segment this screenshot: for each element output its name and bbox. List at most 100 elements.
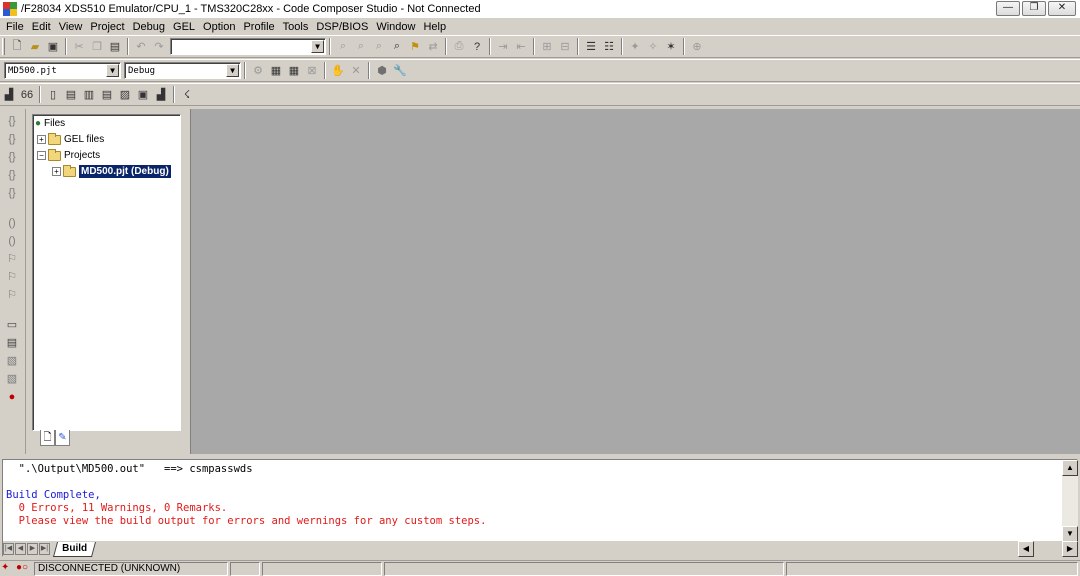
menu-project[interactable]: Project xyxy=(87,21,129,33)
memory-icon[interactable]: ▯ xyxy=(44,86,62,104)
halt-icon[interactable]: ✋ xyxy=(329,62,347,80)
find-next-icon[interactable]: ⌕ xyxy=(352,38,370,56)
scroll-left-icon[interactable]: ◀ xyxy=(1018,541,1034,557)
toolbar-grip[interactable] xyxy=(2,38,5,55)
find-icon[interactable]: ⌕ xyxy=(334,38,352,56)
indent-icon[interactable]: ⇥ xyxy=(494,38,512,56)
memory-window-icon[interactable]: ▤ xyxy=(4,335,20,351)
replace-icon[interactable]: ⇄ xyxy=(424,38,442,56)
menu-option[interactable]: Option xyxy=(200,21,240,33)
graph-icon[interactable]: ▨ xyxy=(116,86,134,104)
tab-build[interactable]: Build xyxy=(52,541,97,557)
asm-step-into-icon[interactable]: () xyxy=(4,215,20,231)
menu-view[interactable]: View xyxy=(56,21,88,33)
tree-projects[interactable]: − Projects xyxy=(37,148,100,161)
prev-tab-icon[interactable]: ◀ xyxy=(15,543,26,555)
next-tab-icon[interactable]: ▶ xyxy=(27,543,38,555)
chevron-down-icon[interactable]: ▼ xyxy=(226,64,239,77)
build-config-combo[interactable]: Debug ▼ xyxy=(124,62,241,79)
step-over-icon[interactable]: {} xyxy=(4,131,20,147)
collapse-icon[interactable]: − xyxy=(37,151,46,160)
menu-dsp-bios[interactable]: DSP/BIOS xyxy=(313,21,373,33)
build-output[interactable]: ".\Output\MD500.out" ==> csmpasswds Buil… xyxy=(3,460,1062,541)
print-icon[interactable]: ⎙ xyxy=(450,38,468,56)
toggle-icon[interactable]: ⊕ xyxy=(688,38,706,56)
tree-gel-files[interactable]: + GEL files xyxy=(37,132,104,145)
close-button[interactable]: ✕ xyxy=(1048,1,1076,16)
remove-breakpoints-icon[interactable]: ✧ xyxy=(644,38,662,56)
stop-hexagon-icon[interactable]: ⬢ xyxy=(373,62,391,80)
registers-icon[interactable]: ▤ xyxy=(62,86,80,104)
step-into-icon[interactable]: {} xyxy=(4,113,20,129)
next-bookmark-icon[interactable]: ⊟ xyxy=(556,38,574,56)
gel-scripts-icon[interactable]: ☇ xyxy=(178,86,196,104)
watch-icon[interactable]: ▧ xyxy=(4,353,20,369)
file-view-tab[interactable]: 🗋 xyxy=(40,430,55,446)
expand-icon[interactable]: + xyxy=(52,167,61,176)
image-display-icon[interactable]: ▣ xyxy=(134,86,152,104)
disassembly-icon[interactable]: ▥ xyxy=(80,86,98,104)
watch-window-icon[interactable]: ▟ xyxy=(0,86,18,104)
toggle-bookmark-icon[interactable]: ⊞ xyxy=(538,38,556,56)
maximize-button[interactable]: ❐ xyxy=(1022,1,1046,16)
probe-point-icon[interactable]: ✶ xyxy=(662,38,680,56)
menu-window[interactable]: Window xyxy=(373,21,420,33)
output-vertical-scrollbar[interactable]: ▲ ▼ xyxy=(1062,460,1078,542)
registers-window-icon[interactable]: ▭ xyxy=(4,317,20,333)
halt-icon[interactable]: ⚐ xyxy=(4,269,20,285)
undo-icon[interactable]: ↶ xyxy=(132,38,150,56)
outdent-icon[interactable]: ⇤ xyxy=(512,38,530,56)
new-file-icon[interactable]: 🗋 xyxy=(8,38,26,56)
help-pointer-icon[interactable]: ? xyxy=(468,38,486,56)
tree-project-md500[interactable]: + MD500.pjt (Debug) xyxy=(52,164,171,178)
save-icon[interactable]: ▣ xyxy=(44,38,62,56)
scroll-down-icon[interactable]: ▼ xyxy=(1062,526,1078,542)
profiler-icon[interactable]: ▟ xyxy=(152,86,170,104)
tree-root[interactable]: ● Files xyxy=(35,118,65,129)
minimize-button[interactable]: — xyxy=(996,1,1020,16)
set-pc-icon[interactable]: {} xyxy=(4,185,20,201)
scroll-right-icon[interactable]: ▶ xyxy=(1062,541,1078,557)
call-stack-icon[interactable]: ▤ xyxy=(98,86,116,104)
run-icon[interactable]: ⚐ xyxy=(4,251,20,267)
find-prev-icon[interactable]: ⌕ xyxy=(370,38,388,56)
menu-gel[interactable]: GEL xyxy=(170,21,200,33)
disassembly-window-icon[interactable]: ▧ xyxy=(4,371,20,387)
menu-profile[interactable]: Profile xyxy=(240,21,279,33)
menu-file[interactable]: File xyxy=(3,21,29,33)
first-tab-icon[interactable]: |◀ xyxy=(3,543,14,555)
comment-icon[interactable]: ☰ xyxy=(582,38,600,56)
last-tab-icon[interactable]: ▶| xyxy=(39,543,50,555)
build-options-icon[interactable]: 🔧 xyxy=(391,62,409,80)
find-in-files-icon[interactable]: ⌕ xyxy=(388,38,406,56)
compile-icon[interactable]: ⚙ xyxy=(249,62,267,80)
chevron-down-icon[interactable]: ▼ xyxy=(106,64,119,77)
run-icon[interactable]: ✕ xyxy=(347,62,365,80)
bookmark-icon[interactable]: ⚑ xyxy=(406,38,424,56)
incremental-build-icon[interactable]: ▦ xyxy=(267,62,285,80)
menu-help[interactable]: Help xyxy=(420,21,451,33)
uncomment-icon[interactable]: ☷ xyxy=(600,38,618,56)
output-horizontal-scrollbar[interactable]: ◀ ▶ xyxy=(1018,541,1078,557)
copy-icon[interactable]: ❐ xyxy=(88,38,106,56)
asm-step-over-icon[interactable]: () xyxy=(4,233,20,249)
run-to-cursor-icon[interactable]: {} xyxy=(4,167,20,183)
step-out-icon[interactable]: {} xyxy=(4,149,20,165)
find-combo[interactable]: ▼ xyxy=(170,38,326,55)
scroll-up-icon[interactable]: ▲ xyxy=(1062,460,1078,476)
redo-icon[interactable]: ↷ xyxy=(150,38,168,56)
menu-tools[interactable]: Tools xyxy=(280,21,314,33)
expand-icon[interactable]: + xyxy=(37,135,46,144)
breakpoint-icon[interactable]: ✦ xyxy=(626,38,644,56)
paste-icon[interactable]: ▤ xyxy=(106,38,124,56)
rebuild-all-icon[interactable]: ▦ xyxy=(285,62,303,80)
record-icon[interactable]: ● xyxy=(4,389,20,405)
bookmarks-tab[interactable]: ✎ xyxy=(55,430,70,446)
cut-icon[interactable]: ✂ xyxy=(70,38,88,56)
menu-debug[interactable]: Debug xyxy=(130,21,170,33)
project-combo[interactable]: MD500.pjt ▼ xyxy=(4,62,121,79)
animate-icon[interactable]: ⚐ xyxy=(4,287,20,303)
quick-watch-icon[interactable]: 66 xyxy=(18,86,36,104)
menu-edit[interactable]: Edit xyxy=(29,21,56,33)
stop-build-icon[interactable]: ⊠ xyxy=(303,62,321,80)
